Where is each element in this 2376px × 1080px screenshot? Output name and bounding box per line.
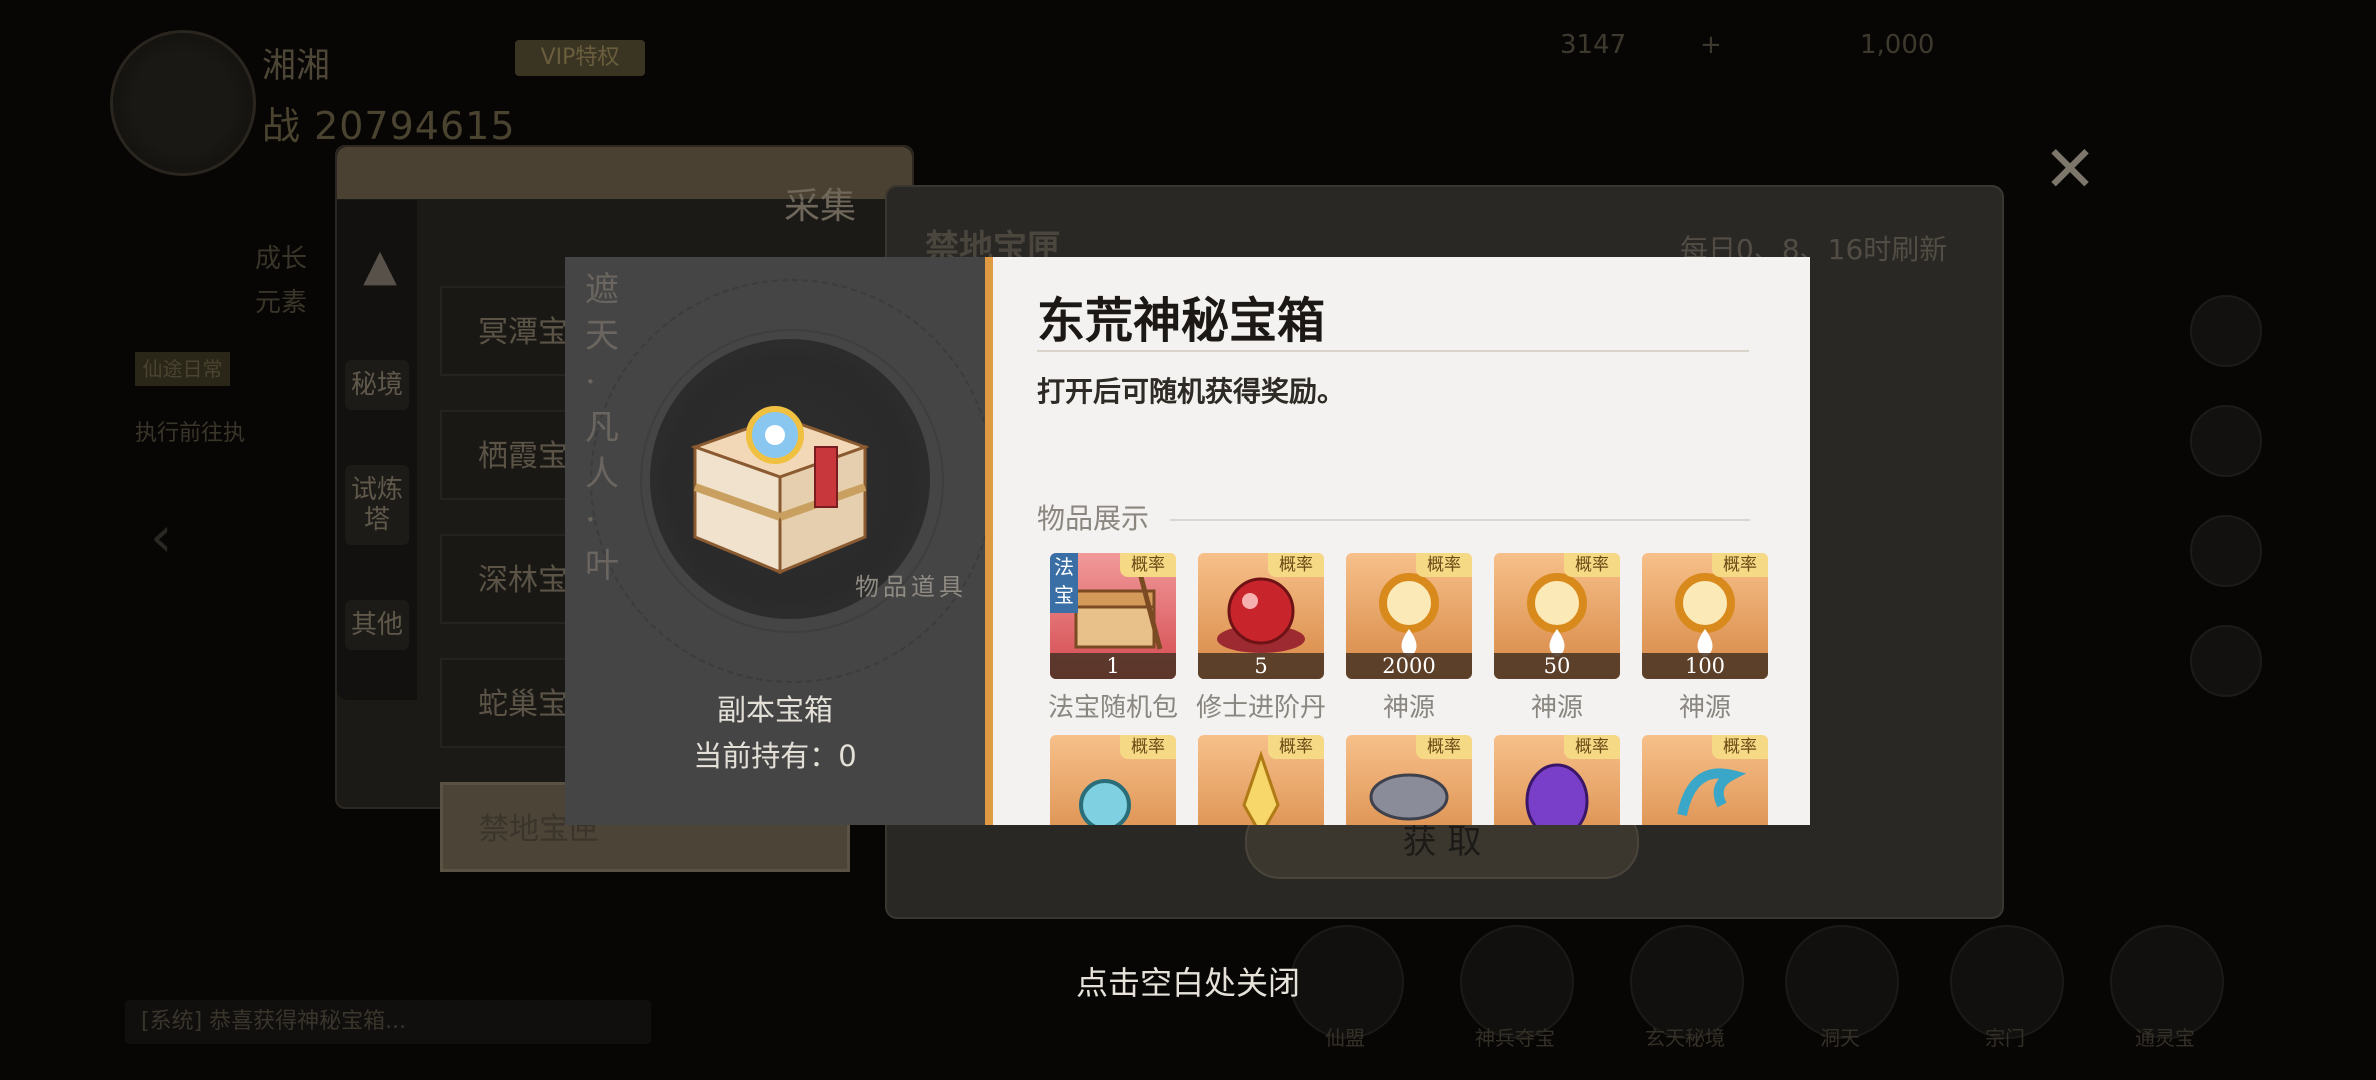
menu-label: 通灵宝: [2135, 1026, 2195, 1050]
tab-secret-realm[interactable]: 秘境: [345, 360, 409, 410]
reward-cell[interactable]: 法宝 概率 1: [1050, 553, 1176, 679]
close-hint[interactable]: 点击空白处关闭: [0, 958, 2376, 1004]
menu-label: 洞天: [1820, 1026, 1860, 1050]
mountain-icon[interactable]: ▲: [355, 240, 405, 291]
activity-icon[interactable]: [2190, 405, 2262, 477]
reward-cell[interactable]: 概率: [1050, 735, 1176, 825]
type-tag: 法宝: [1050, 553, 1078, 613]
rate-badge: 概率: [1416, 553, 1472, 577]
activity-icon[interactable]: [2190, 515, 2262, 587]
resource-add-icon[interactable]: +: [1700, 30, 1722, 60]
reward-grid: 法宝 概率 1 概率 5 概率 2000 概率 50 概率 100 法宝随机包 …: [1048, 553, 1770, 825]
chat-bar[interactable]: [系统] 恭喜获得神秘宝箱...: [125, 1000, 651, 1044]
chevron-left-icon[interactable]: ‹: [150, 505, 172, 570]
vip-badge[interactable]: VIP特权: [515, 40, 645, 76]
item-info-panel: 东荒神秘宝箱 打开后可随机获得奖励。 物品展示 法宝 概率 1 概率 5 概率 …: [985, 257, 1810, 825]
item-qty: 1: [1050, 653, 1176, 679]
vertical-title: 遮天·凡人·叶: [585, 270, 619, 586]
item-qty: 5: [1198, 653, 1324, 679]
item-name: 神源: [1530, 693, 1583, 723]
close-icon[interactable]: ✕: [2040, 138, 2100, 202]
collect-title: 采集: [783, 186, 856, 227]
divider: [1037, 350, 1749, 352]
combat-power: 战 20794615: [262, 104, 516, 148]
activity-icon[interactable]: [2190, 625, 2262, 697]
item-count: 当前持有：0: [693, 739, 857, 773]
menu-label: 玄天秘境: [1645, 1026, 1725, 1050]
menu-label: 仙盟: [1325, 1026, 1365, 1050]
reward-cell[interactable]: 概率: [1642, 735, 1768, 825]
item-name: 神源: [1678, 693, 1731, 723]
rate-badge: 概率: [1268, 735, 1324, 759]
rate-badge: 概率: [1712, 553, 1768, 577]
quest-text: 执行前往执: [135, 421, 246, 446]
quest-badge: 仙途日常: [135, 352, 230, 386]
item-name: 神源: [1382, 693, 1435, 723]
rate-badge: 概率: [1712, 735, 1768, 759]
item-name: 法宝随机包: [1047, 693, 1178, 723]
reward-cell[interactable]: 概率 5: [1198, 553, 1324, 679]
quest-text: 元素: [255, 288, 308, 318]
reward-cell[interactable]: 概率: [1494, 735, 1620, 825]
rate-badge: 概率: [1416, 735, 1472, 759]
rate-badge: 概率: [1564, 735, 1620, 759]
activity-icon[interactable]: [2190, 295, 2262, 367]
reward-cell[interactable]: 概率: [1346, 735, 1472, 825]
section-title: 物品展示: [1037, 502, 1150, 535]
rate-badge: 概率: [1120, 553, 1176, 577]
divider: [1170, 519, 1750, 521]
menu-label: 宗门: [1985, 1026, 2025, 1050]
resource-counter: 3147: [1560, 30, 1627, 60]
player-avatar[interactable]: [110, 30, 256, 176]
reward-cell[interactable]: 概率 2000: [1346, 553, 1472, 679]
rate-badge: 概率: [1268, 553, 1324, 577]
player-name: 湘湘: [262, 46, 330, 86]
circle-label: 物品道具: [855, 573, 967, 601]
rate-badge: 概率: [1564, 553, 1620, 577]
accent-bar: [985, 257, 993, 825]
item-description: 打开后可随机获得奖励。: [1037, 375, 1346, 408]
reward-cell[interactable]: 概率 100: [1642, 553, 1768, 679]
item-preview-panel: 遮天·凡人·叶 物品道具 副本宝箱 当前持有：0: [565, 257, 994, 825]
treasure-box-icon: [690, 406, 870, 575]
item-name: 副本宝箱: [716, 693, 833, 727]
reward-cell[interactable]: 概率: [1198, 735, 1324, 825]
tab-trial-tower[interactable]: 试炼塔: [345, 465, 409, 545]
menu-label: 神兵夺宝: [1475, 1026, 1555, 1050]
reward-cell[interactable]: 概率 50: [1494, 553, 1620, 679]
item-title: 东荒神秘宝箱: [1037, 293, 1326, 349]
item-qty: 2000: [1346, 653, 1472, 679]
item-name: 修士进阶丹: [1195, 693, 1326, 723]
resource-counter: 1,000: [1860, 30, 1935, 60]
quest-text: 成长: [255, 244, 308, 274]
item-qty: 100: [1642, 653, 1768, 679]
rate-badge: 概率: [1120, 735, 1176, 759]
item-qty: 50: [1494, 653, 1620, 679]
tab-other[interactable]: 其他: [345, 600, 409, 650]
